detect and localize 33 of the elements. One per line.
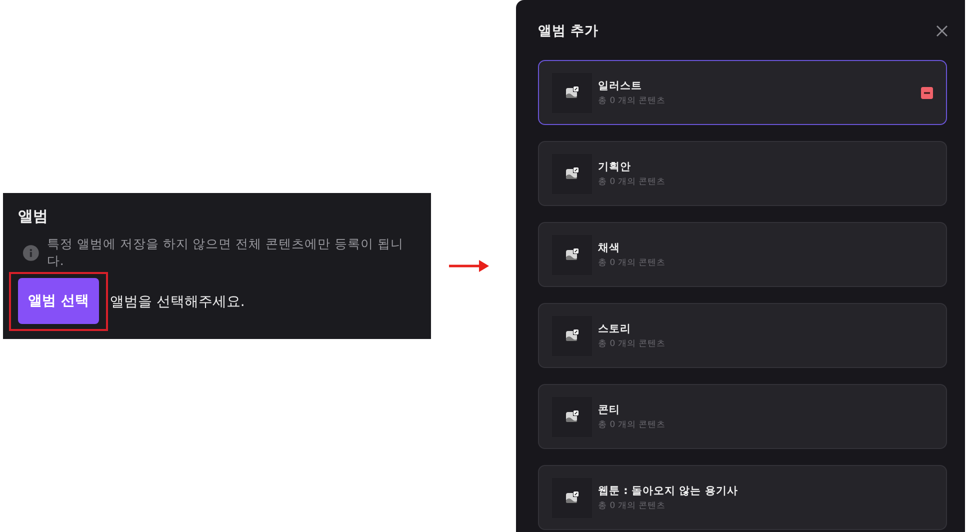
image-icon	[565, 166, 579, 180]
album-name: 채색	[598, 240, 621, 254]
album-name: 기획안	[598, 160, 632, 174]
album-count: 총 0 개의 콘텐츠	[598, 176, 667, 188]
album-count: 총 0 개의 콘텐츠	[598, 94, 667, 106]
album-select-button[interactable]: 앨범 선택	[18, 278, 99, 324]
close-icon[interactable]	[936, 25, 948, 37]
album-item[interactable]: 콘티 총 0 개의 콘텐츠	[538, 384, 947, 449]
album-item[interactable]: 스토리 총 0 개의 콘텐츠	[538, 303, 947, 368]
album-item[interactable]: 기획안 총 0 개의 콘텐츠	[538, 141, 947, 206]
album-item[interactable]: 웹툰 : 돌아오지 않는 용기사 총 0 개의 콘텐츠	[538, 465, 947, 530]
image-icon	[565, 248, 579, 262]
album-name: 일러스트	[598, 78, 643, 92]
album-item[interactable]: 일러스트 총 0 개의 콘텐츠	[538, 60, 947, 125]
album-name: 웹툰 : 돌아오지 않는 용기사	[598, 484, 739, 498]
image-icon	[565, 328, 579, 342]
hint-text: 앨범을 선택해주세요.	[110, 292, 245, 310]
album-count: 총 0 개의 콘텐츠	[598, 338, 667, 350]
notice-text: 특정 앨범에 저장을 하지 않으면 전체 콘텐츠에만 등록이 됩니다.	[46, 236, 405, 270]
info-icon	[23, 245, 39, 261]
album-name: 콘티	[598, 402, 621, 416]
album-count: 총 0 개의 콘텐츠	[598, 256, 667, 268]
image-icon	[565, 410, 579, 424]
arrow-icon	[449, 260, 489, 272]
image-icon	[565, 86, 579, 100]
album-count: 총 0 개의 콘텐츠	[598, 500, 667, 512]
section-title: 앨범	[18, 207, 49, 226]
album-item[interactable]: 채색 총 0 개의 콘텐츠	[538, 222, 947, 287]
remove-icon[interactable]	[921, 86, 933, 98]
album-count: 총 0 개의 콘텐츠	[598, 418, 667, 430]
album-name: 스토리	[598, 322, 632, 336]
modal-title: 앨범 추가	[538, 22, 599, 40]
image-icon	[565, 490, 579, 504]
